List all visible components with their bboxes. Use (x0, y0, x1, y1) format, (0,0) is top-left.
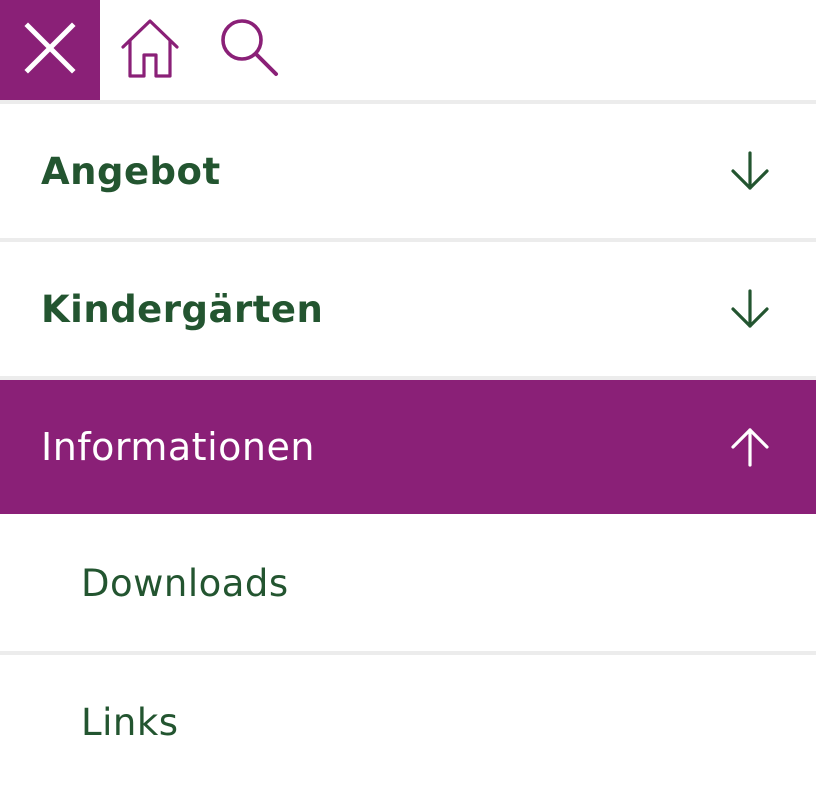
arrow-down-icon[interactable] (728, 287, 772, 331)
close-menu-button[interactable] (0, 0, 100, 100)
menu-item-angebot[interactable]: Angebot (0, 104, 816, 238)
menu-item-informationen[interactable]: Informationen (0, 380, 816, 514)
submenu-item-label: Links (81, 701, 179, 744)
top-bar (0, 0, 816, 100)
menu-item-label: Kindergärten (41, 287, 324, 331)
arrow-down-icon[interactable] (728, 149, 772, 193)
submenu-item-downloads[interactable]: Downloads (0, 514, 816, 650)
home-button[interactable] (100, 0, 200, 100)
search-icon (218, 16, 282, 84)
search-button[interactable] (200, 0, 300, 100)
menu-item-label: Angebot (41, 149, 221, 193)
submenu-item-links[interactable]: Links (0, 655, 816, 791)
close-icon (24, 22, 76, 78)
arrow-up-icon[interactable] (728, 425, 772, 469)
home-icon (118, 16, 182, 84)
menu-item-label: Informationen (41, 425, 315, 469)
submenu-item-label: Downloads (81, 562, 289, 605)
menu-item-kindergaerten[interactable]: Kindergärten (0, 242, 816, 376)
